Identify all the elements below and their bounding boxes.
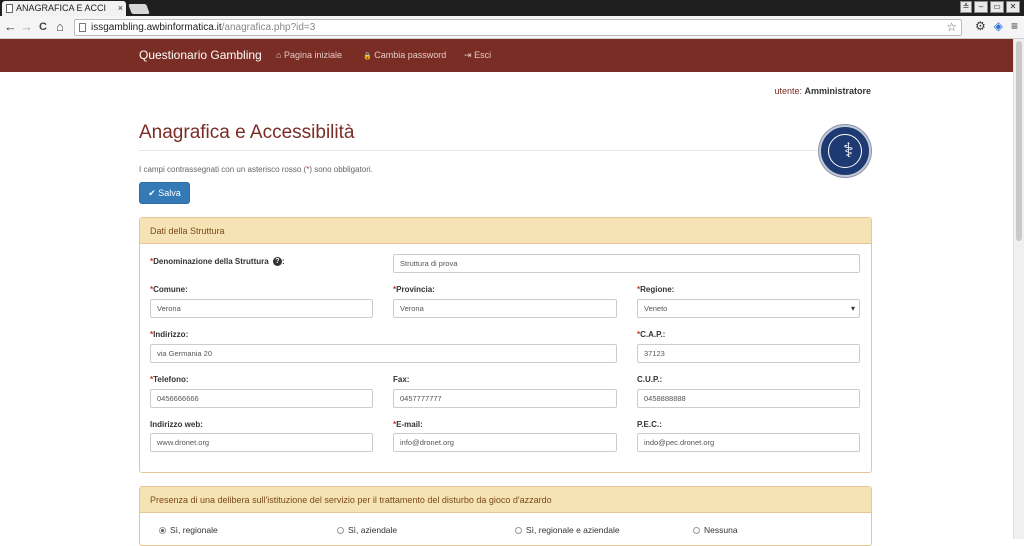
radio-nessuna[interactable]: Nessuna	[693, 525, 738, 535]
nav-home-link[interactable]: ⌂ Pagina iniziale	[276, 50, 342, 60]
url-host: issgambling.awbinformatica.it	[91, 22, 222, 33]
scrollbar-thumb[interactable]	[1016, 41, 1022, 241]
document-icon	[6, 4, 13, 13]
email-label: *E-mail:	[393, 420, 423, 429]
cap-input[interactable]: 37123	[637, 344, 860, 363]
address-bar[interactable]: issgambling.awbinformatica.it/anagrafica…	[74, 19, 962, 36]
save-label: Salva	[158, 188, 181, 198]
home-icon: ⌂	[276, 50, 282, 60]
brand-link[interactable]: Questionario Gambling	[139, 48, 262, 62]
site-navbar: Questionario Gambling ⌂ Pagina iniziale …	[0, 39, 1013, 72]
required-fields-note: I campi contrassegnati con un asterisco …	[139, 165, 373, 174]
logout-icon: ⇥	[464, 50, 472, 60]
telefono-input[interactable]: 0456666666	[150, 389, 373, 408]
caduceus-icon: ⚕	[843, 140, 854, 162]
save-button[interactable]: ✔ Salva	[139, 182, 190, 204]
panel-heading: Presenza di una delibera sull'istituzion…	[140, 487, 871, 513]
user-prefix: utente:	[774, 86, 802, 96]
new-tab-button[interactable]	[128, 4, 150, 14]
nav-logout-label: Esci	[474, 50, 492, 60]
radio-button[interactable]	[337, 527, 344, 535]
reload-icon[interactable]: C	[39, 19, 47, 35]
page-scrollbar[interactable]	[1013, 39, 1024, 539]
user-profile-icon[interactable]: ≗	[960, 1, 972, 13]
cup-input[interactable]: 0458888888	[637, 389, 860, 408]
regione-select[interactable]: Veneto	[637, 299, 860, 318]
telefono-label: *Telefono:	[150, 375, 189, 384]
maximize-button[interactable]: ▭	[990, 1, 1004, 13]
radio-regionale-aziendale[interactable]: Sì, regionale e aziendale	[515, 525, 620, 535]
window-controls: ≗ – ▭ ✕	[960, 1, 1020, 13]
fax-label: Fax:	[393, 375, 410, 384]
web-label: Indirizzo web:	[150, 420, 203, 429]
browser-tab[interactable]: ANAGRAFICA E ACCI ×	[2, 1, 126, 16]
back-icon[interactable]: ←	[4, 19, 17, 35]
regione-label: *Regione:	[637, 285, 675, 294]
radio-button-selected[interactable]	[159, 527, 166, 535]
denominazione-label: *Denominazione della Struttura ?:	[150, 257, 285, 267]
denominazione-input[interactable]: Struttura di prova	[393, 254, 860, 273]
panel-heading: Dati della Struttura	[140, 218, 871, 244]
delibera-panel: Presenza di una delibera sull'istituzion…	[139, 486, 872, 546]
fax-input[interactable]: 0457777777	[393, 389, 617, 408]
radio-aziendale[interactable]: Sì, aziendale	[337, 525, 397, 535]
extension-icon[interactable]: ◈	[994, 19, 1003, 33]
nav-password-label: Cambia password	[374, 50, 447, 60]
url-path: /anagrafica.php?id=3	[221, 22, 316, 33]
pec-input[interactable]: indo@pec.dronet.org	[637, 433, 860, 452]
radio-button[interactable]	[693, 527, 700, 535]
close-window-button[interactable]: ✕	[1006, 1, 1020, 13]
forward-icon[interactable]: →	[20, 19, 33, 35]
nav-password-link[interactable]: 🔒 Cambia password	[363, 50, 446, 60]
help-icon[interactable]: ?	[272, 257, 282, 267]
web-input[interactable]: www.dronet.org	[150, 433, 373, 452]
check-icon: ✔	[148, 188, 156, 198]
title-divider	[139, 150, 817, 151]
nav-home-label: Pagina iniziale	[283, 50, 342, 60]
browser-tab-bar: ANAGRAFICA E ACCI × ≗ – ▭ ✕	[0, 0, 1024, 16]
nav-logout-link[interactable]: ⇥ Esci	[464, 50, 491, 61]
settings-icon[interactable]: ⚙	[975, 19, 986, 33]
tab-title: ANAGRAFICA E ACCI	[16, 3, 107, 13]
menu-icon[interactable]: ≡	[1011, 19, 1018, 33]
indirizzo-input[interactable]: via Germania 20	[150, 344, 617, 363]
provincia-input[interactable]: Verona	[393, 299, 617, 318]
current-user: utente: Amministratore	[774, 86, 871, 96]
bookmark-star-icon[interactable]: ☆	[946, 20, 957, 35]
provincia-label: *Provincia:	[393, 285, 435, 294]
home-icon[interactable]: ⌂	[56, 19, 64, 35]
user-name: Amministratore	[804, 86, 871, 96]
institute-logo: ⚕	[819, 125, 871, 177]
radio-button[interactable]	[515, 527, 522, 535]
page-title: Anagrafica e Accessibilità	[139, 122, 355, 143]
indirizzo-label: *Indirizzo:	[150, 330, 189, 339]
close-tab-icon[interactable]: ×	[118, 1, 123, 16]
comune-label: *Comune:	[150, 285, 188, 294]
pec-label: P.E.C.:	[637, 420, 662, 429]
page-icon	[79, 23, 86, 32]
email-input[interactable]: info@dronet.org	[393, 433, 617, 452]
cap-label: *C.A.P.:	[637, 330, 666, 339]
browser-toolbar: ← → C ⌂ issgambling.awbinformatica.it/an…	[0, 16, 1024, 39]
lock-icon: 🔒	[363, 53, 372, 60]
radio-regionale[interactable]: Sì, regionale	[159, 525, 218, 535]
cup-label: C.U.P.:	[637, 375, 663, 384]
minimize-button[interactable]: –	[974, 1, 988, 13]
comune-input[interactable]: Verona	[150, 299, 373, 318]
